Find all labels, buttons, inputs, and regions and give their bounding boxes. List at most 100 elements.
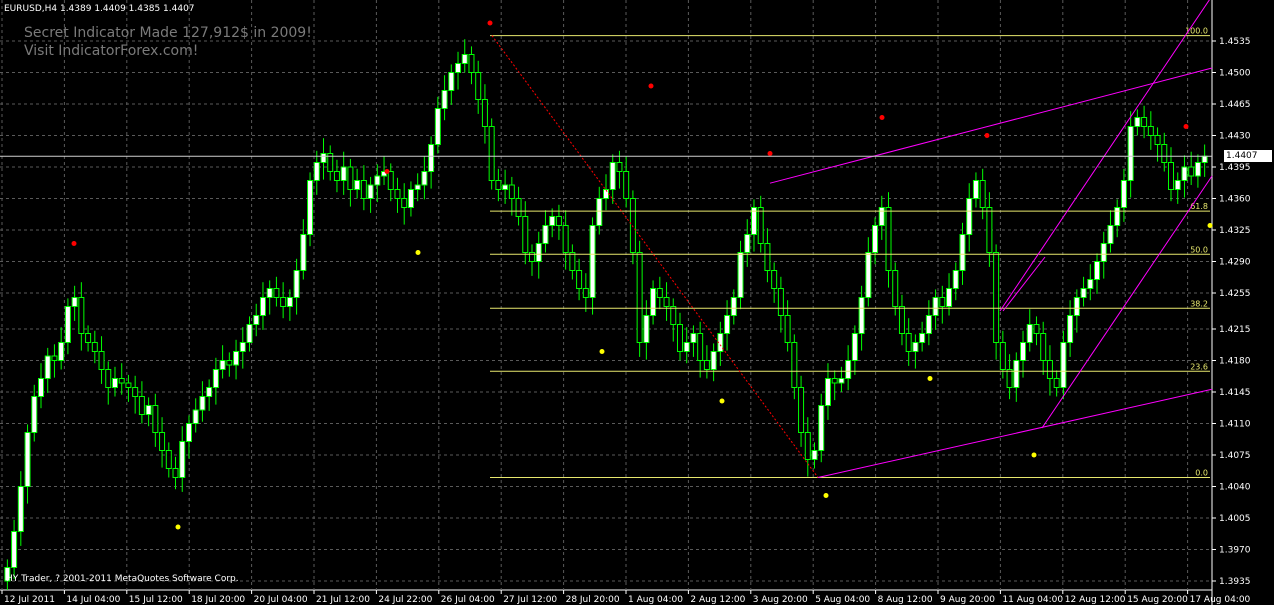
fractal-down-marker	[599, 349, 605, 354]
candle-body	[64, 306, 71, 343]
candle-body	[764, 243, 771, 271]
candle-body	[1026, 324, 1033, 343]
candle-body	[58, 342, 65, 361]
candle-body	[206, 387, 213, 397]
candle-body	[165, 450, 172, 469]
candle-body	[1080, 288, 1087, 298]
candle-body	[468, 54, 475, 73]
candle-body	[475, 72, 482, 100]
candle-body	[387, 171, 394, 190]
candle-body	[1147, 126, 1154, 136]
y-tick-label: 1.4500	[1219, 69, 1251, 79]
fractal-up-marker	[984, 133, 990, 138]
candle-body	[710, 351, 717, 370]
candle-body	[1053, 378, 1060, 388]
copyright-text: HY Trader, ? 2001-2011 MetaQuotes Softwa…	[6, 574, 239, 584]
fractal-down-marker	[719, 398, 725, 404]
y-tick-label: 1.4430	[1219, 132, 1251, 142]
candle-body	[407, 189, 414, 208]
promo-text-line1: Secret Indicator Made 127,912$ in 2009!	[24, 25, 312, 41]
candle-body	[576, 270, 583, 289]
fibo-level-label: 61.8	[1190, 202, 1208, 211]
x-tick-label: 12 Aug 12:00	[1065, 595, 1126, 605]
candle-body	[804, 432, 811, 460]
x-tick-label: 27 Jul 12:00	[503, 595, 557, 605]
candle-body	[455, 63, 462, 73]
candle-body	[421, 171, 428, 186]
x-tick-label: 2 Aug 12:00	[690, 595, 745, 605]
candle-body	[192, 409, 199, 424]
y-tick-label: 1.4110	[1219, 420, 1251, 430]
candle-body	[85, 333, 92, 343]
fractal-up-marker	[487, 20, 493, 26]
candle-body	[11, 531, 18, 568]
candle-body	[273, 288, 280, 298]
candle-body	[522, 216, 529, 253]
y-tick-label: 1.4290	[1219, 258, 1251, 268]
promo-text-line2: Visit IndicatorForex.com!	[24, 43, 199, 59]
candle-body	[434, 108, 441, 145]
candle-body	[925, 315, 932, 334]
candle-body	[1087, 279, 1094, 289]
candle-body	[555, 216, 562, 226]
y-tick-label: 1.3970	[1219, 546, 1251, 556]
x-tick-label: 15 Jul 12:00	[129, 595, 183, 605]
candle-body	[569, 252, 576, 271]
fractal-down-marker	[823, 493, 829, 498]
candle-body	[972, 180, 979, 199]
candle-body	[771, 270, 778, 289]
candle-body	[939, 297, 946, 307]
candle-body	[670, 306, 677, 325]
candle-body	[932, 297, 939, 316]
candle-body	[811, 450, 818, 460]
candle-body	[1201, 155, 1208, 163]
candle-body	[549, 216, 556, 226]
candle-body	[777, 288, 784, 316]
candle-body	[1134, 117, 1141, 127]
candle-body	[1154, 135, 1161, 145]
candle-body	[959, 234, 966, 271]
candle-body	[616, 162, 623, 172]
candle-body	[233, 351, 240, 366]
candle-body	[239, 342, 246, 352]
candle-body	[125, 382, 132, 388]
candle-body	[280, 297, 287, 307]
candle-body	[999, 342, 1006, 370]
candle-body	[676, 324, 683, 352]
candle-body	[1181, 166, 1188, 181]
price-chart[interactable]: 1.4535 1.4500 1.4465 1.4430 1.4395 1.4360 1.43…	[0, 0, 1274, 605]
candle-body	[1040, 333, 1047, 361]
candle-body	[307, 180, 314, 235]
candle-body	[1013, 360, 1020, 388]
candle-body	[596, 198, 603, 226]
candle-body	[17, 486, 24, 532]
candle-body	[502, 184, 509, 190]
candle-body	[226, 360, 233, 366]
x-tick-label: 1 Aug 04:00	[628, 595, 683, 605]
candle-body	[952, 270, 959, 289]
candle-body	[993, 252, 1000, 343]
candle-body	[367, 184, 374, 199]
candle-body	[966, 198, 973, 235]
candle-body	[179, 441, 186, 478]
candle-body	[690, 333, 697, 343]
candle-body	[724, 315, 731, 334]
candle-body	[1073, 297, 1080, 316]
fractal-up-marker	[648, 83, 654, 89]
candle-body	[1033, 324, 1040, 334]
candle-body	[1067, 315, 1074, 343]
candle-body	[737, 252, 744, 298]
y-tick-label: 1.4040	[1219, 483, 1251, 493]
candle-body	[1100, 243, 1107, 262]
fractal-up-marker	[71, 241, 77, 246]
candle-body	[105, 369, 112, 388]
x-tick-label: 21 Jul 12:00	[316, 595, 370, 605]
y-tick-label: 1.4005	[1219, 514, 1251, 524]
candle-body	[919, 333, 926, 343]
candle-body	[1006, 369, 1013, 388]
candle-body	[354, 180, 361, 190]
fractal-down-marker	[415, 250, 421, 255]
candle-body	[394, 189, 401, 199]
candle-body	[905, 333, 912, 352]
y-tick-label: 1.4535	[1219, 37, 1251, 47]
